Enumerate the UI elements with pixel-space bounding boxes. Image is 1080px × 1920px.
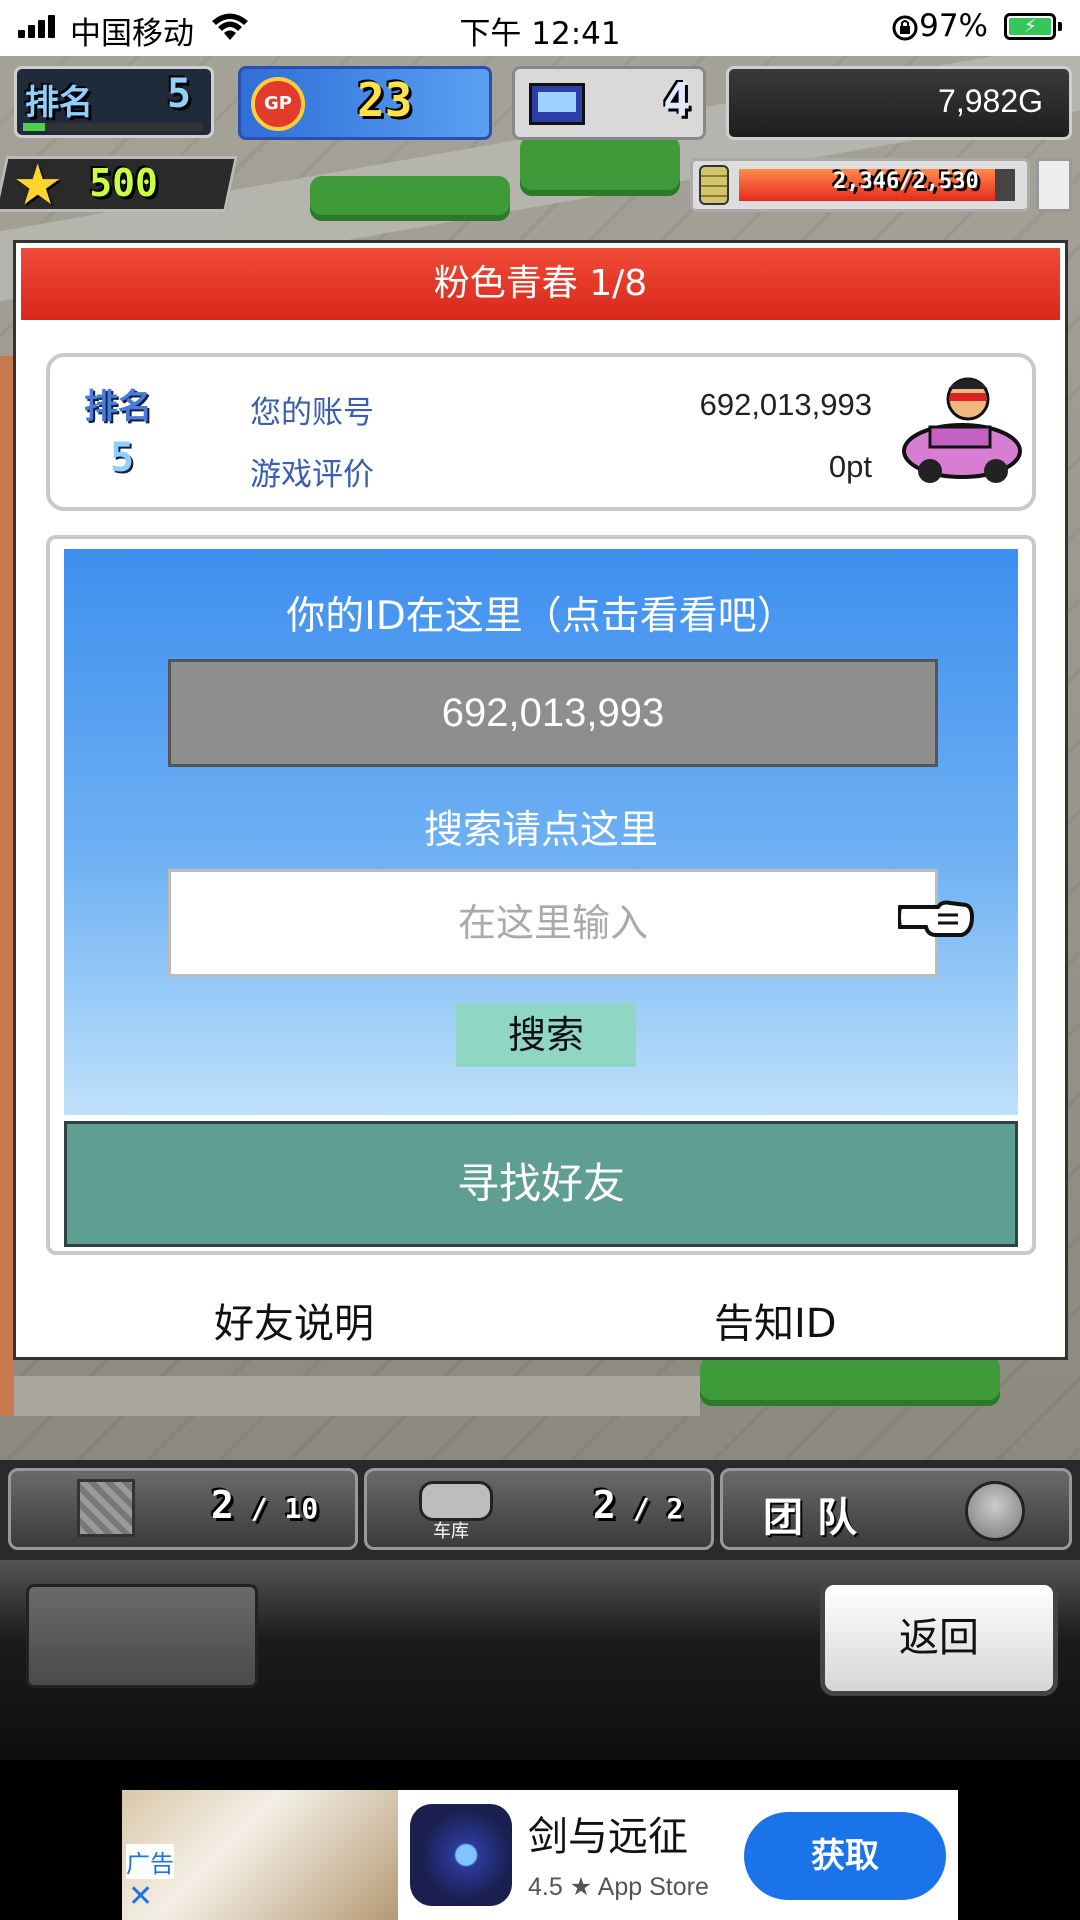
pointing-hand-icon bbox=[898, 900, 974, 937]
search-button-label: 搜索 bbox=[507, 1013, 584, 1057]
empty-slot-button[interactable] bbox=[26, 1584, 258, 1688]
friends-dialog: 粉色青春 1/8 排名 5 您的账号 692,013,993 游戏评价 0pt … bbox=[13, 240, 1068, 1360]
back-button-label: 返回 bbox=[899, 1615, 979, 1661]
ad-close-icon[interactable]: ✕ bbox=[128, 1882, 153, 1912]
gp-box[interactable]: GP 23 bbox=[238, 66, 492, 140]
team-label: 团队 bbox=[763, 1495, 871, 1541]
star-box[interactable]: ★ 500 bbox=[0, 153, 238, 218]
rank-box[interactable]: 排名 5 bbox=[14, 66, 214, 138]
clock: 下午 12:41 bbox=[459, 16, 621, 52]
ad-banner: 广告 ✕ 剑与远征 4.5 ★ App Store 获取 bbox=[0, 1760, 1080, 1920]
friend-help-link[interactable]: 好友说明 bbox=[214, 1291, 374, 1349]
garage-count: 2 bbox=[593, 1483, 616, 1527]
garage-label: 车库 bbox=[433, 1521, 469, 1542]
app-icon bbox=[410, 1804, 512, 1906]
orientation-lock-icon bbox=[892, 15, 918, 41]
storage-count-text: 2 / 10 bbox=[211, 1483, 319, 1527]
money-box: 7,982G bbox=[726, 66, 1072, 140]
account-info-card: 排名 5 您的账号 692,013,993 游戏评价 0pt bbox=[46, 353, 1036, 511]
money-value: 7,982G bbox=[938, 83, 1043, 119]
stamina-text: 2,346/2,530 bbox=[833, 169, 979, 194]
rank-progress-bar bbox=[23, 123, 203, 131]
star-icon: ★ bbox=[12, 153, 63, 218]
id-panel: 你的ID在这里（点击看看吧） 692,013,993 搜索请点这里 在这里输入 … bbox=[46, 535, 1036, 1255]
storage-count: 2 bbox=[211, 1483, 234, 1527]
rating-value: 0pt bbox=[828, 449, 872, 484]
rank-badge-label: 排名 bbox=[84, 387, 152, 427]
status-bar: 中国移动 下午 12:41 97% ⚡ bbox=[0, 0, 1080, 56]
team-tab[interactable]: 团队 bbox=[720, 1468, 1072, 1550]
ad-container[interactable]: 广告 ✕ 剑与远征 4.5 ★ App Store 获取 bbox=[122, 1790, 958, 1920]
dialog-title: 粉色青春 1/8 bbox=[21, 248, 1060, 320]
rank-value: 5 bbox=[167, 71, 192, 117]
app-rating: 4.5 ★ App Store bbox=[528, 1873, 709, 1901]
my-id-box[interactable]: 692,013,993 bbox=[168, 659, 938, 767]
account-value: 692,013,993 bbox=[699, 387, 872, 422]
team-avatar-icon bbox=[965, 1481, 1025, 1541]
get-app-label: 获取 bbox=[811, 1836, 879, 1876]
ad-tag: 广告 bbox=[126, 1844, 174, 1879]
friend-id-placeholder: 在这里输入 bbox=[457, 901, 648, 945]
computer-value: 4 bbox=[663, 73, 691, 127]
storage-capacity: 10 bbox=[284, 1492, 319, 1525]
star-count: 500 bbox=[89, 161, 158, 205]
computer-icon bbox=[529, 83, 585, 125]
coin-stack-icon bbox=[699, 165, 729, 205]
rank-label: 排名 bbox=[25, 83, 93, 123]
garage-tab[interactable]: 车库 2 / 2 bbox=[364, 1468, 714, 1550]
id-search-area: 你的ID在这里（点击看看吧） 692,013,993 搜索请点这里 在这里输入 … bbox=[64, 549, 1018, 1115]
bottom-panel: 返回 bbox=[0, 1560, 1080, 1760]
gp-coin-icon: GP bbox=[251, 77, 305, 131]
gp-label: GP bbox=[264, 93, 292, 114]
search-button[interactable]: 搜索 bbox=[456, 1003, 636, 1067]
gp-value: 23 bbox=[357, 73, 413, 127]
garage-count-text: 2 / 2 bbox=[593, 1483, 684, 1527]
get-app-button[interactable]: 获取 bbox=[744, 1812, 946, 1900]
car-avatar-icon bbox=[902, 377, 1022, 483]
id-prompt: 你的ID在这里（点击看看吧） bbox=[286, 594, 796, 639]
rank-badge-value: 5 bbox=[110, 435, 135, 481]
storage-tab[interactable]: 2 / 10 bbox=[8, 1468, 358, 1550]
computer-box[interactable]: 4 bbox=[512, 66, 706, 140]
stamina-box: 2,346/2,530 bbox=[690, 158, 1030, 212]
battery-icon: ⚡ bbox=[1004, 13, 1062, 40]
search-prompt: 搜索请点这里 bbox=[423, 808, 658, 853]
my-id-value: 692,013,993 bbox=[441, 691, 665, 735]
side-button[interactable] bbox=[1036, 158, 1072, 212]
find-friend-button[interactable]: 寻找好友 bbox=[64, 1121, 1018, 1247]
garage-capacity: 2 bbox=[666, 1492, 684, 1525]
account-label: 您的账号 bbox=[250, 395, 374, 431]
crate-icon bbox=[77, 1479, 135, 1537]
bottom-status-bar: 2 / 10 车库 2 / 2 团队 bbox=[0, 1460, 1080, 1560]
app-name: 剑与远征 bbox=[528, 1814, 688, 1860]
share-id-link[interactable]: 告知ID bbox=[714, 1291, 837, 1349]
battery-percent: 97% bbox=[919, 8, 988, 44]
back-button[interactable]: 返回 bbox=[820, 1580, 1058, 1696]
rating-label: 游戏评价 bbox=[250, 457, 374, 493]
garage-car-icon bbox=[419, 1481, 493, 1521]
friend-id-input[interactable]: 在这里输入 bbox=[168, 869, 938, 977]
